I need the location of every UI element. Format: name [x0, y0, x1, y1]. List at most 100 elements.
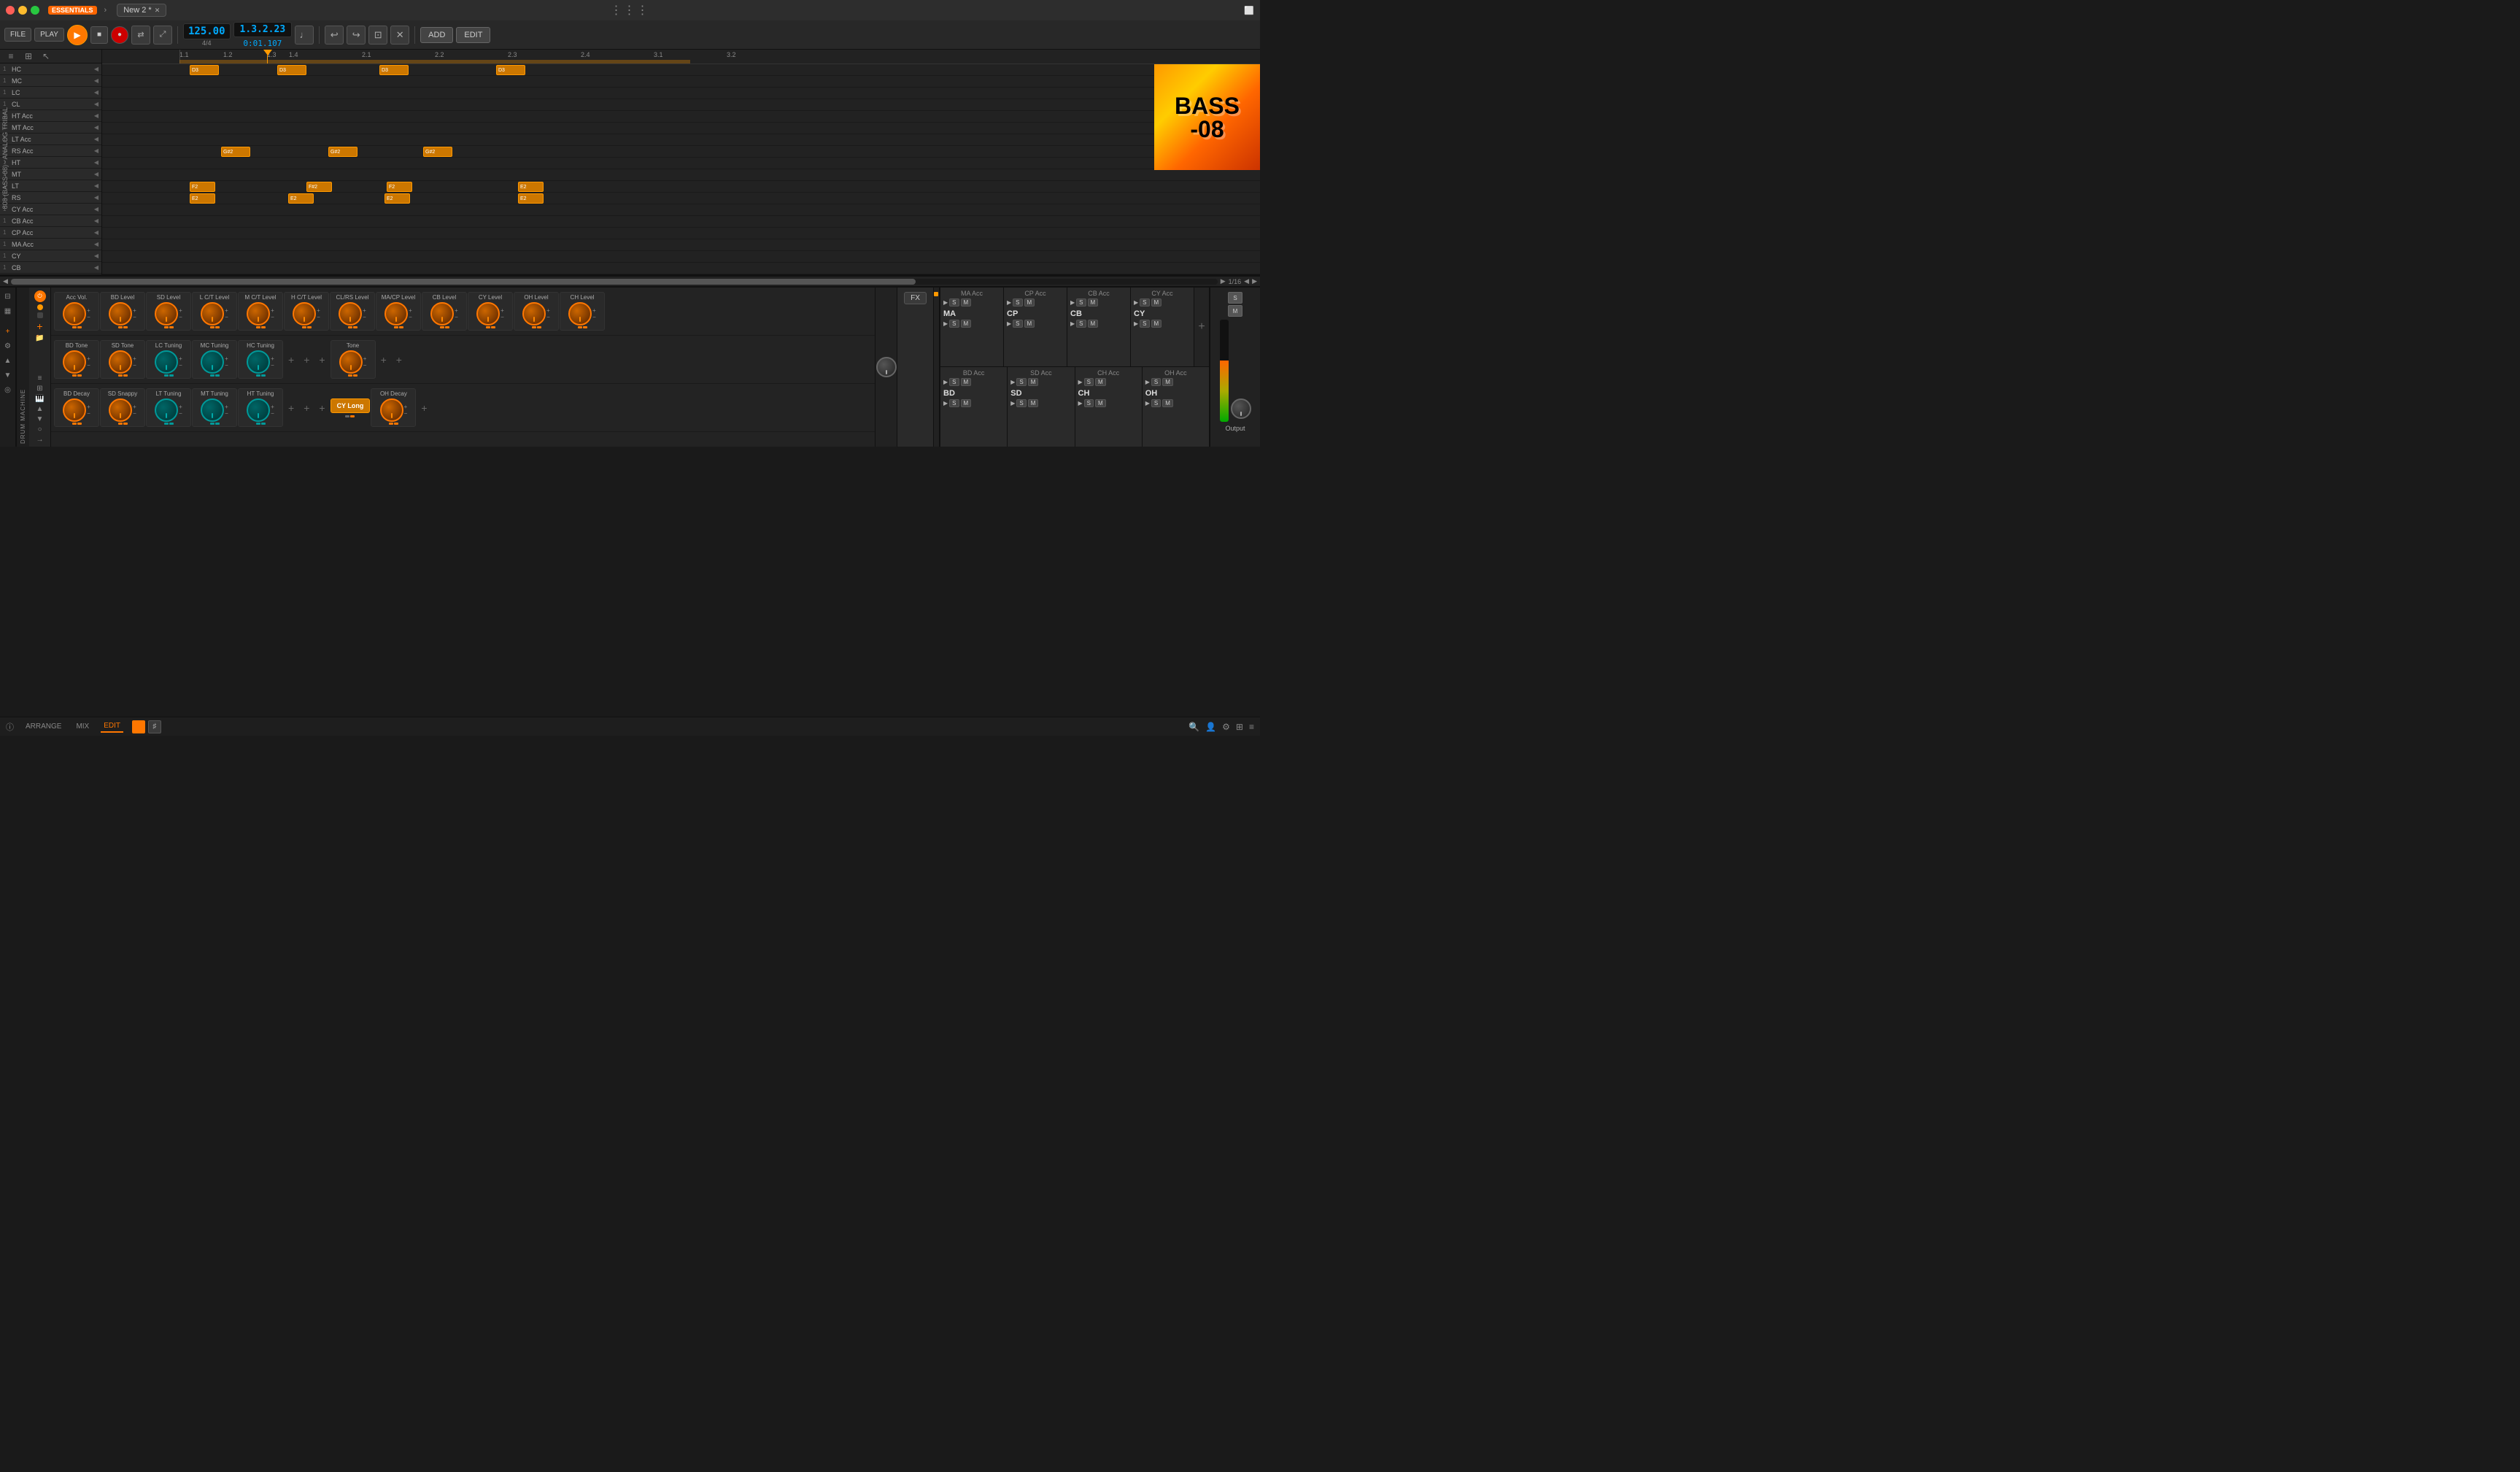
quantize-right-btn[interactable]: ▶ — [1252, 277, 1257, 285]
plus-spacer-8[interactable]: + — [314, 402, 329, 414]
tab-close-icon[interactable]: ✕ — [155, 7, 161, 15]
sdtone-minus[interactable]: − — [133, 363, 136, 369]
nav-down-icon[interactable]: ▼ — [2, 369, 14, 381]
arrange-icon2[interactable]: ≡ — [38, 374, 42, 382]
minimize-button[interactable] — [18, 6, 27, 15]
mute-icon[interactable]: → — [36, 436, 44, 444]
mc-tuning-knob[interactable] — [201, 350, 224, 374]
plus-spacer-2[interactable]: + — [299, 354, 314, 366]
folder-icon[interactable]: 📁 — [35, 334, 44, 342]
step-icon[interactable]: ⊞ — [36, 385, 42, 393]
hc-tuning-knob[interactable] — [247, 350, 270, 374]
tab-mix[interactable]: MIX — [73, 721, 92, 732]
bd-tone-knob[interactable] — [63, 350, 86, 374]
httune-minus[interactable]: − — [271, 411, 274, 417]
mixer-icon[interactable]: ⊟ — [2, 290, 14, 302]
tab-edit[interactable]: EDIT — [101, 720, 123, 733]
stop-button[interactable]: ■ — [90, 26, 108, 44]
file-button[interactable]: FILE — [4, 28, 31, 42]
mttune-minus[interactable]: − — [225, 411, 228, 417]
macp-plus[interactable]: + — [409, 308, 412, 314]
sdsnappy-plus[interactable]: + — [133, 404, 136, 410]
plus-spacer-6[interactable]: + — [284, 402, 298, 414]
hct-level-knob[interactable] — [293, 302, 316, 325]
lctune-plus[interactable]: + — [179, 356, 182, 362]
clip-rs-3[interactable]: E2 — [384, 193, 410, 204]
output-m-button[interactable]: M — [1228, 305, 1242, 317]
add-ch-button-top[interactable]: + — [1194, 288, 1209, 366]
bd-level-plus[interactable]: + — [133, 308, 136, 314]
arrow-up-icon2[interactable]: ▲ — [36, 405, 44, 413]
add-button[interactable]: ADD — [420, 27, 453, 43]
cy-tone-knob[interactable] — [339, 350, 363, 374]
list-icon[interactable]: ≡ — [4, 50, 18, 63]
play-button[interactable]: ▶ — [67, 25, 88, 45]
redo-button[interactable]: ↪ — [347, 26, 366, 45]
sd-tone-knob[interactable] — [109, 350, 132, 374]
oh-minus[interactable]: − — [546, 315, 550, 320]
macp-level-knob[interactable] — [384, 302, 408, 325]
current-tab[interactable]: New 2 * ✕ — [117, 4, 166, 17]
solo-icon2[interactable]: ○ — [37, 425, 42, 433]
arrange-area[interactable]: 1.1 1.4 1.3 1.2 2.1 2.2 2.3 2.4 3.1 3.2 — [102, 50, 1260, 274]
clip-lt-3[interactable]: F2 — [387, 182, 412, 192]
view-toggle-btn[interactable] — [132, 720, 145, 733]
window-maximize-icon[interactable]: ⬜ — [1244, 6, 1254, 15]
bd-level-minus[interactable]: − — [133, 315, 136, 320]
oh-level-knob[interactable] — [522, 302, 546, 325]
sd-level-knob[interactable] — [155, 302, 178, 325]
patterns-icon[interactable]: ▦ — [2, 305, 14, 317]
oh-plus[interactable]: + — [546, 308, 550, 314]
play-label-button[interactable]: PLAY — [34, 28, 64, 42]
oh-decay-knob[interactable] — [380, 398, 403, 422]
mt-tuning-knob[interactable] — [201, 398, 224, 422]
scroll-left-btn[interactable]: ◀ — [3, 277, 8, 285]
quantize-left-btn[interactable]: ◀ — [1244, 277, 1249, 285]
ch-ma-s[interactable]: S — [949, 298, 959, 307]
plus-spacer-7[interactable]: + — [299, 402, 314, 414]
clip-hc-3[interactable]: D3 — [379, 65, 409, 75]
ch-ma-m[interactable]: M — [961, 298, 972, 307]
clip-rs-1[interactable]: E2 — [190, 193, 215, 204]
mct-plus[interactable]: + — [271, 308, 274, 314]
lct-minus[interactable]: − — [225, 315, 228, 320]
lctune-minus[interactable]: − — [179, 363, 182, 369]
cursor-icon[interactable]: ↖ — [39, 50, 53, 63]
arrow-down-icon2[interactable]: ▼ — [36, 415, 44, 423]
macp-minus[interactable]: − — [409, 315, 412, 320]
plus-spacer-1[interactable]: + — [284, 354, 298, 366]
lttune-minus[interactable]: − — [179, 411, 182, 417]
sd-level-plus[interactable]: + — [179, 308, 182, 314]
record-button[interactable]: ● — [111, 26, 128, 44]
cy-long-button[interactable]: CY Long — [331, 398, 371, 413]
cb-level-knob[interactable] — [430, 302, 454, 325]
add-track-icon[interactable]: + — [2, 325, 14, 337]
sdtone-plus[interactable]: + — [133, 356, 136, 362]
output-volume-knob[interactable] — [1231, 398, 1251, 419]
ht-tuning-knob[interactable] — [247, 398, 270, 422]
mctune-minus[interactable]: − — [225, 363, 228, 369]
sd-snappy-knob[interactable] — [109, 398, 132, 422]
hctune-minus[interactable]: − — [271, 363, 274, 369]
sd-level-minus[interactable]: − — [179, 315, 182, 320]
mct-level-knob[interactable] — [247, 302, 270, 325]
capture-button[interactable]: ⊡ — [368, 26, 387, 45]
ch-level-knob[interactable] — [568, 302, 592, 325]
maximize-button[interactable] — [31, 6, 39, 15]
cy-plus[interactable]: + — [500, 308, 504, 314]
scroll-right-btn[interactable]: ▶ — [1221, 277, 1226, 285]
cy-level-knob[interactable] — [476, 302, 500, 325]
settings-icon[interactable]: ⚙ — [1222, 722, 1230, 732]
lttune-plus[interactable]: + — [179, 404, 182, 410]
ch-plus[interactable]: + — [592, 308, 596, 314]
info-icon[interactable]: ⓘ — [6, 721, 14, 733]
clip-rsacc-2[interactable]: G#2 — [328, 147, 357, 157]
clip-lt-1[interactable]: F2 — [190, 182, 215, 192]
nav-up-icon[interactable]: ▲ — [2, 355, 14, 366]
bdtone-minus[interactable]: − — [87, 363, 90, 369]
clip-hc-4[interactable]: D3 — [496, 65, 525, 75]
clip-rsacc-3[interactable]: G#2 — [423, 147, 452, 157]
cy-minus[interactable]: − — [500, 315, 504, 320]
search-icon[interactable]: 🔍 — [1189, 722, 1199, 732]
lc-tuning-knob[interactable] — [155, 350, 178, 374]
